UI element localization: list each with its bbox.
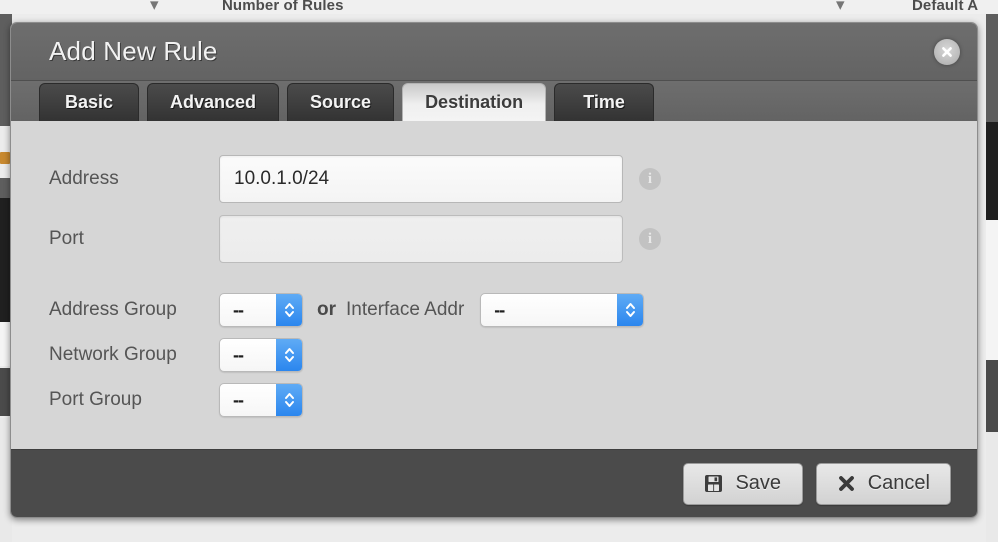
or-separator-label: or bbox=[317, 298, 336, 320]
port-input[interactable] bbox=[219, 215, 623, 263]
interface-addr-value: -- bbox=[494, 299, 505, 320]
network-group-value: -- bbox=[233, 344, 244, 365]
port-group-select[interactable]: -- bbox=[219, 382, 303, 417]
chevron-updown-icon-network-group bbox=[276, 338, 302, 371]
background-panel-right-4 bbox=[986, 360, 998, 432]
background-rule-icon bbox=[0, 152, 10, 164]
tab-source[interactable]: Source bbox=[287, 83, 395, 121]
network-group-select[interactable]: -- bbox=[219, 337, 303, 372]
background-panel-right-3 bbox=[986, 220, 998, 360]
cancel-button-label: Cancel bbox=[867, 472, 930, 494]
tab-basic[interactable]: Basic bbox=[39, 83, 139, 121]
info-icon-address[interactable]: i bbox=[639, 168, 661, 190]
address-group-label: Address Group bbox=[49, 298, 177, 320]
save-button[interactable]: Save bbox=[682, 462, 803, 505]
interface-addr-label: Interface Addr bbox=[346, 298, 465, 320]
dialog-header: Add New Rule bbox=[11, 23, 977, 81]
info-icon-port[interactable]: i bbox=[639, 228, 661, 250]
dialog-title: Add New Rule bbox=[49, 36, 218, 66]
background-panel-right-5 bbox=[986, 432, 998, 542]
save-button-label: Save bbox=[735, 472, 782, 494]
tab-time[interactable]: Time bbox=[554, 83, 655, 121]
address-input[interactable] bbox=[219, 155, 623, 203]
address-group-value: -- bbox=[233, 299, 244, 320]
port-group-label: Port Group bbox=[49, 388, 142, 410]
network-group-row: Network Group -- bbox=[11, 332, 977, 377]
cancel-x-icon bbox=[837, 474, 856, 493]
tab-advanced[interactable]: Advanced bbox=[147, 83, 280, 121]
port-group-row: Port Group -- bbox=[11, 377, 977, 422]
chevron-updown-icon-interface-addr bbox=[617, 293, 644, 326]
info-icon-address-glyph: i bbox=[647, 170, 653, 187]
background-panel-right-1 bbox=[986, 14, 998, 122]
port-field-row: Port i bbox=[11, 209, 977, 269]
dialog-body: Address i Port i Address Group -- bbox=[11, 121, 977, 449]
chevron-updown-icon-address-group bbox=[276, 293, 302, 326]
dialog-footer: Save Cancel bbox=[11, 449, 977, 517]
tab-destination[interactable]: Destination bbox=[402, 83, 547, 121]
address-group-row: Address Group -- or Interface Addr -- bbox=[11, 287, 977, 332]
tab-strip: Basic Advanced Source Destination Time bbox=[11, 81, 977, 121]
close-icon[interactable] bbox=[934, 39, 960, 65]
add-new-rule-dialog: Add New Rule Basic Advanced Source Desti… bbox=[10, 22, 978, 518]
chevron-down-icon-left: ▾ bbox=[150, 0, 159, 14]
background-header-label-rules: Number of Rules bbox=[222, 0, 344, 14]
save-floppy-icon bbox=[704, 474, 723, 493]
chevron-down-icon-right: ▾ bbox=[836, 0, 845, 14]
network-group-label: Network Group bbox=[49, 343, 177, 365]
address-label: Address bbox=[49, 168, 119, 189]
port-label: Port bbox=[49, 228, 84, 249]
background-header-label-default: Default A bbox=[912, 0, 979, 14]
cancel-button[interactable]: Cancel bbox=[815, 462, 951, 505]
port-group-value: -- bbox=[233, 389, 244, 410]
address-field-row: Address i bbox=[11, 149, 977, 209]
chevron-updown-icon-port-group bbox=[276, 383, 302, 416]
address-group-select[interactable]: -- bbox=[219, 292, 303, 327]
interface-addr-select[interactable]: -- bbox=[480, 292, 645, 327]
background-panel-right-2 bbox=[986, 122, 998, 220]
info-icon-port-glyph: i bbox=[647, 230, 653, 247]
